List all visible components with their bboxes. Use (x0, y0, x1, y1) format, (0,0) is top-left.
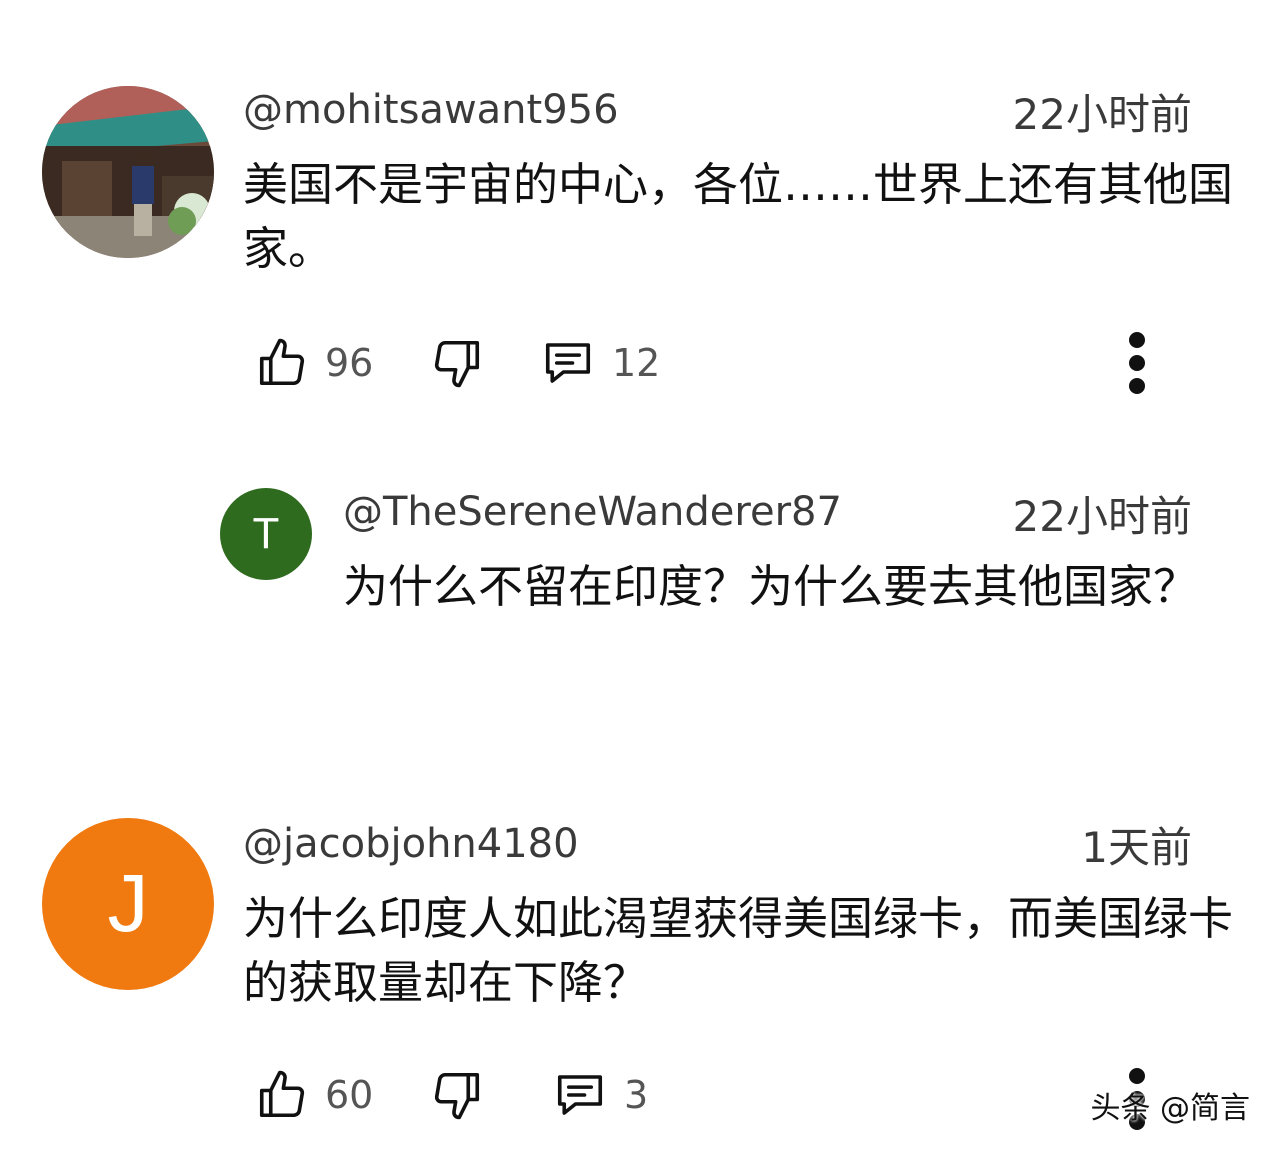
comment-author[interactable]: @TheSereneWanderer87 (343, 492, 842, 532)
like-button[interactable]: 96 (255, 328, 373, 398)
dislike-button[interactable] (430, 328, 484, 398)
comment-text: 为什么不留在印度？为什么要去其他国家？ (343, 560, 1199, 613)
thumbs-down-icon (434, 340, 480, 388)
comment-actions: 96 12 (255, 328, 1175, 398)
reply-button[interactable]: 12 (540, 328, 660, 398)
comment-timestamp: 22小时前 (1012, 90, 1192, 139)
reply-count: 12 (612, 341, 661, 385)
reply-button[interactable]: 3 (552, 1060, 648, 1130)
avatar-letter: T (220, 488, 312, 580)
avatar[interactable]: T (220, 488, 312, 580)
avatar[interactable] (42, 86, 214, 258)
more-vertical-icon (1129, 1068, 1145, 1084)
like-count: 60 (325, 1073, 374, 1117)
avatar[interactable]: J (42, 818, 214, 990)
reply-count: 3 (624, 1073, 649, 1117)
comment-icon (557, 1075, 603, 1115)
comment-icon (545, 343, 591, 383)
comment-author[interactable]: @mohitsawant956 (243, 90, 619, 130)
thumbs-up-icon (259, 338, 305, 386)
thumbs-up-icon (259, 1070, 305, 1118)
watermark: 头条 @简言 (1090, 1091, 1250, 1126)
avatar-photo (42, 86, 214, 258)
thumbs-down-icon (434, 1072, 480, 1120)
more-vertical-icon (1129, 332, 1145, 348)
more-options-button[interactable] (1117, 332, 1157, 394)
dislike-button[interactable] (430, 1060, 484, 1130)
comment-text: 为什么印度人如此渴望获得美国绿卡，而美国绿卡的获取量却在下降？ (243, 892, 1234, 1009)
comment-actions: 60 3 (255, 1060, 1175, 1130)
like-button[interactable]: 60 (255, 1060, 373, 1130)
comment-timestamp: 1天前 (1081, 823, 1192, 872)
avatar-letter: J (42, 818, 214, 990)
like-count: 96 (325, 341, 374, 385)
comment-author[interactable]: @jacobjohn4180 (243, 824, 579, 864)
comment-text: 美国不是宇宙的中心，各位……世界上还有其他国家。 (243, 158, 1234, 275)
comment-timestamp: 22小时前 (1012, 492, 1192, 541)
